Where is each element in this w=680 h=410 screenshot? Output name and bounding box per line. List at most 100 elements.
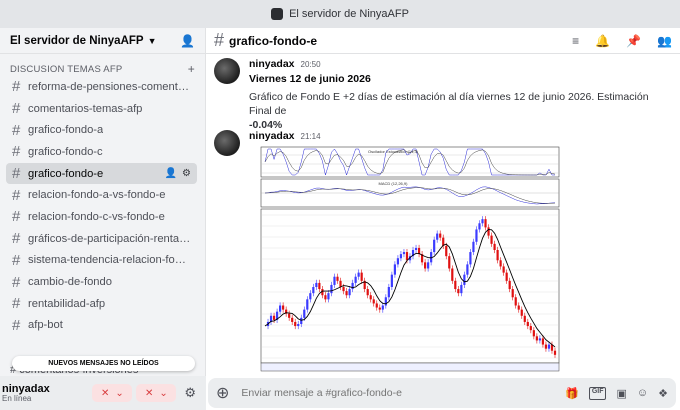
candle-body xyxy=(520,309,523,316)
message-timestamp: 20:50 xyxy=(300,60,321,69)
notifications-bell-icon[interactable]: 🔔 xyxy=(595,34,610,48)
avatar[interactable] xyxy=(214,58,240,84)
channel-item[interactable]: # grafico-fondo-c xyxy=(6,141,197,163)
channel-item[interactable]: # afp-bot xyxy=(6,315,197,337)
candle-body xyxy=(427,262,430,269)
candle-body xyxy=(384,297,387,306)
candle-body xyxy=(399,254,403,259)
create-channel-icon[interactable]: + xyxy=(188,62,195,76)
candle-body xyxy=(541,338,545,345)
macd-label: MACD (12,26,9) xyxy=(379,181,409,186)
candle-body xyxy=(439,233,442,238)
channel-item[interactable]: # relacion-fondo-a-vs-fondo-e xyxy=(6,184,197,206)
user-name: ninyadax xyxy=(2,382,50,395)
category-label: DISCUSION TEMAS AFP xyxy=(10,63,123,75)
user-panel: ninyadax En línea ✕ ⌄ ✕ ⌄ ⚙ xyxy=(0,376,206,410)
channel-label: comentarios-temas-afp xyxy=(28,102,143,115)
candle-body xyxy=(538,338,541,341)
window-title: El servidor de NinyaAFP xyxy=(289,8,409,20)
candle-body xyxy=(330,284,333,294)
chevron-down-icon: ⌄ xyxy=(115,387,124,399)
candle-body xyxy=(544,344,548,349)
candle-body xyxy=(381,305,384,310)
candle-body xyxy=(460,284,463,294)
hash-icon: # xyxy=(12,143,21,161)
candle-body xyxy=(523,315,526,322)
channel-label: reforma-de-pensiones-comentari... xyxy=(28,80,191,93)
channel-item[interactable]: # grafico-fondo-a xyxy=(6,119,197,141)
candle-body xyxy=(378,307,381,310)
candle-body xyxy=(390,274,393,287)
candle-body xyxy=(424,262,427,269)
invite-icon[interactable]: 👤 xyxy=(165,168,177,179)
candle-body xyxy=(414,247,418,250)
threads-icon[interactable]: ≡ xyxy=(572,34,579,48)
pin-icon[interactable]: 📌 xyxy=(626,34,641,48)
gear-icon[interactable]: ⚙ xyxy=(182,168,191,179)
candle-body xyxy=(436,233,439,240)
candle-body xyxy=(360,272,363,281)
apps-icon[interactable]: ❖ xyxy=(658,387,668,400)
candle-body xyxy=(535,336,538,341)
channel-item[interactable]: # rentabilidad-afp xyxy=(6,293,197,315)
mic-off-icon: ✕ xyxy=(100,387,110,399)
chevron-down-icon: ⌄ xyxy=(159,387,168,399)
message-title: Viernes 12 de junio 2026 xyxy=(249,73,371,85)
mute-mic-button[interactable]: ✕ ⌄ xyxy=(92,384,133,402)
add-user-icon[interactable]: 👤 xyxy=(180,34,195,48)
candle-body xyxy=(312,287,315,294)
hash-icon: # xyxy=(12,186,21,204)
candle-body xyxy=(496,250,499,261)
candle-body xyxy=(324,295,327,300)
deafen-button[interactable]: ✕ ⌄ xyxy=(136,384,177,402)
channel-item[interactable]: # relacion-fondo-c-vs-fondo-e xyxy=(6,206,197,228)
candle-body xyxy=(517,305,520,310)
channel-item[interactable]: # sistema-tendencia-relacion-fond... xyxy=(6,250,197,272)
emoji-icon[interactable]: ☺ xyxy=(637,387,648,400)
message-author[interactable]: ninyadax xyxy=(249,58,295,70)
add-attachment-icon[interactable]: ⊕ xyxy=(216,383,229,403)
channel-title: grafico-fondo-e xyxy=(229,33,318,48)
candle-body xyxy=(469,252,472,265)
candle-body xyxy=(291,317,294,322)
message-input[interactable] xyxy=(241,387,566,399)
chart-svg: Oscilador Estocástico (14,3) MACD (12,26… xyxy=(243,145,573,373)
candle-body xyxy=(463,274,466,285)
hash-icon: # xyxy=(12,121,21,139)
user-info[interactable]: ninyadax En línea xyxy=(2,383,50,404)
new-messages-banner[interactable]: NUEVOS MENSAJES NO LEÍDOS xyxy=(12,356,195,371)
sticker-icon[interactable]: ▣ xyxy=(616,387,626,400)
channel-item[interactable]: # cambio-de-fondo xyxy=(6,271,197,293)
candle-body xyxy=(493,243,496,250)
channel-item[interactable]: # gráficos-de-participación-rentabi... xyxy=(6,228,197,250)
channel-label: relacion-fondo-a-vs-fondo-e xyxy=(28,189,166,202)
channel-label: cambio-de-fondo xyxy=(28,276,112,289)
user-settings-gear-icon[interactable]: ⚙ xyxy=(184,385,196,401)
candle-body xyxy=(466,264,469,275)
hash-icon: # xyxy=(12,251,21,269)
gif-icon[interactable]: GIF xyxy=(588,386,607,400)
message-author[interactable]: ninyadax xyxy=(249,130,295,142)
candle-body xyxy=(342,287,345,292)
gift-icon[interactable]: 🎁 xyxy=(565,387,579,400)
channel-item[interactable]: # comentarios-temas-afp xyxy=(6,98,197,120)
candle-body xyxy=(303,309,306,318)
channel-header: # grafico-fondo-e ≡ 🔔 📌 👥 xyxy=(206,28,680,54)
members-icon[interactable]: 👥 xyxy=(657,34,672,48)
candle-body xyxy=(508,280,511,290)
candle-body xyxy=(487,227,490,236)
channel-label: relacion-fondo-c-vs-fondo-e xyxy=(28,210,165,223)
avatar[interactable] xyxy=(214,130,240,156)
candle-body xyxy=(526,321,529,327)
candle-body xyxy=(393,264,396,275)
candle-body xyxy=(369,295,372,300)
channel-item-active[interactable]: # grafico-fondo-e 👤 ⚙ xyxy=(6,162,197,185)
guild-header[interactable]: El servidor de NinyaAFP ▼ 👤 xyxy=(0,28,205,54)
hash-icon: # xyxy=(12,273,21,291)
channel-item[interactable]: # reforma-de-pensiones-comentari... xyxy=(6,76,197,98)
channel-category[interactable]: DISCUSION TEMAS AFP + xyxy=(0,62,205,76)
channel-sidebar: El servidor de NinyaAFP ▼ 👤 DISCUSION TE… xyxy=(0,28,206,410)
candle-body xyxy=(300,317,303,324)
chart-attachment-image[interactable]: Oscilador Estocástico (14,3) MACD (12,26… xyxy=(243,145,573,373)
hash-icon: # xyxy=(12,208,21,226)
